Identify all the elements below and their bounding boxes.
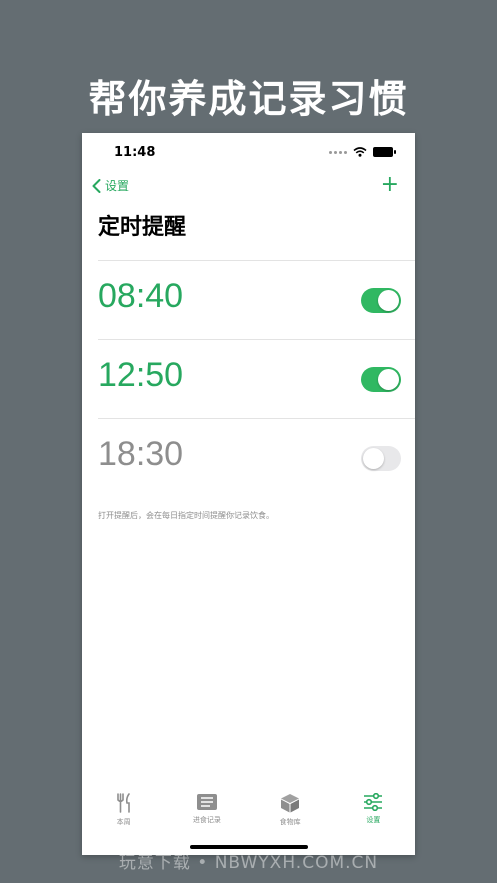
tab-settings[interactable]: 设置 [332,787,415,837]
status-icons [329,147,396,157]
status-time: 11:48 [114,145,156,160]
tab-food-library[interactable]: 食物库 [249,787,332,837]
tab-label: 食物库 [279,818,301,826]
back-button[interactable]: 设置 [92,177,129,194]
tab-bar: 本周 进食记录 食物库 设置 [82,787,415,837]
reminder-toggle[interactable] [361,288,401,313]
fork-knife-icon [116,793,130,813]
reminder-row: 12:50 [98,340,415,419]
reminder-toggle[interactable] [361,446,401,471]
toggle-knob [363,448,384,469]
status-bar: 11:48 [82,133,415,173]
sliders-icon [364,793,383,811]
reminder-list: 08:40 12:50 18:30 [82,261,415,498]
toggle-knob [378,369,399,390]
promo-headline: 帮你养成记录习惯 [88,77,409,121]
list-icon [196,794,217,810]
page-title: 定时提醒 [98,215,187,240]
battery-icon [373,147,396,157]
tab-week[interactable]: 本周 [82,787,165,837]
reminder-time[interactable]: 08:40 [98,277,183,316]
wifi-icon [353,147,367,157]
add-reminder-button[interactable]: + [381,173,399,197]
reminder-footnote: 打开提醒后，会在每日指定时间提醒你记录饮食。 [98,511,274,520]
watermark: 玩意下载 • NBWYXH.COM.CN [118,853,379,873]
chevron-left-icon [92,178,101,193]
reminder-time[interactable]: 18:30 [98,435,183,474]
tab-label: 设置 [366,816,381,824]
tab-label: 本周 [116,818,131,826]
tab-label: 进食记录 [192,816,221,824]
reminder-row: 08:40 [98,261,415,340]
box-icon [281,794,300,813]
back-label: 设置 [105,179,130,193]
tab-meal-log[interactable]: 进食记录 [165,787,248,837]
reminder-time[interactable]: 12:50 [98,356,183,395]
reminder-row: 18:30 [98,419,415,498]
reminder-toggle[interactable] [361,367,401,392]
nav-bar: 设置 + [82,173,415,201]
signal-icon [329,150,347,154]
toggle-knob [378,290,399,311]
phone-screen: 11:48 设置 + 定时提醒 08:40 12:50 18:30 打开提醒后，… [82,133,415,855]
